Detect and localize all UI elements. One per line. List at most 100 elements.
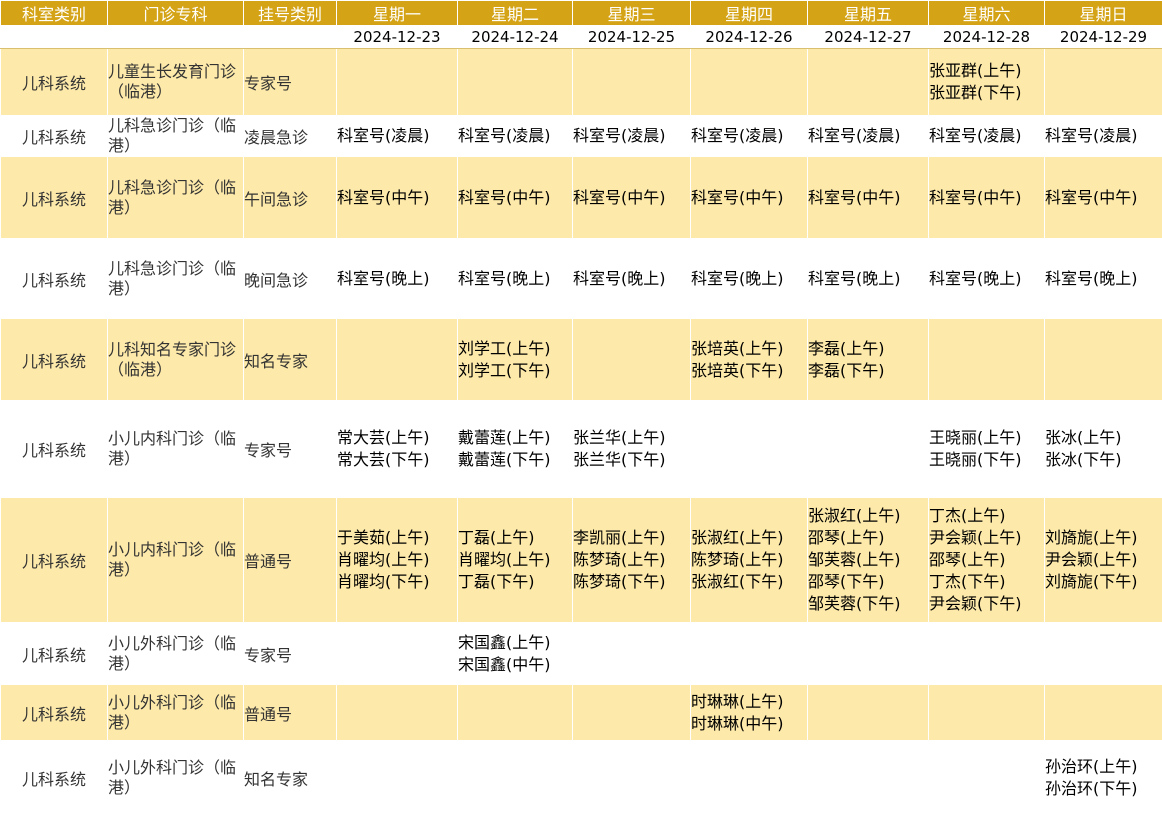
doctor-slot[interactable]: 科室号(凌晨)	[573, 125, 690, 147]
doctor-slot[interactable]: 尹会颖(上午)	[929, 527, 1044, 549]
day-cell	[1045, 319, 1162, 401]
doctor-slot[interactable]: 戴蕾莲(下午)	[458, 449, 572, 471]
doctor-slot[interactable]: 刘旖旎(上午)	[1045, 527, 1162, 549]
doctor-slot[interactable]: 丁磊(上午)	[458, 527, 572, 549]
doctor-slot[interactable]: 邹芙蓉(上午)	[808, 549, 928, 571]
doctor-slot[interactable]: 陈梦琦(上午)	[691, 549, 807, 571]
dept-category-cell: 儿科系统	[1, 116, 108, 157]
doctor-slot[interactable]: 科室号(晚上)	[929, 268, 1044, 290]
doctor-slot[interactable]: 张淑红(下午)	[691, 571, 807, 593]
doctor-slot[interactable]: 戴蕾莲(上午)	[458, 427, 572, 449]
day-cell: 李磊(上午)李磊(下午)	[808, 319, 929, 401]
day-cell	[929, 319, 1045, 401]
clinic-cell: 儿科急诊门诊（临港）	[108, 116, 244, 157]
doctor-slot[interactable]: 张兰华(下午)	[573, 449, 690, 471]
doctor-slot[interactable]: 刘学工(上午)	[458, 338, 572, 360]
day-cell	[573, 685, 691, 741]
clinic-cell: 儿科急诊门诊（临港）	[108, 157, 244, 239]
doctor-slot[interactable]: 张淑红(上午)	[808, 505, 928, 527]
day-cell: 科室号(晚上)	[573, 239, 691, 319]
day-cell	[691, 623, 808, 685]
reg-type-cell: 专家号	[244, 49, 337, 116]
doctor-slot[interactable]: 丁杰(下午)	[929, 571, 1044, 593]
doctor-slot[interactable]: 科室号(凌晨)	[929, 125, 1044, 147]
reg-type-cell: 专家号	[244, 623, 337, 685]
day-cell: 于美茹(上午)肖曜均(上午)肖曜均(下午)	[337, 498, 458, 623]
doctor-slot[interactable]: 时琳琳(中午)	[691, 713, 807, 735]
doctor-slot[interactable]: 科室号(晚上)	[1045, 268, 1162, 290]
doctor-slot[interactable]: 陈梦琦(上午)	[573, 549, 690, 571]
doctor-slot[interactable]: 科室号(中午)	[458, 187, 572, 209]
doctor-slot[interactable]: 丁杰(上午)	[929, 505, 1044, 527]
doctor-slot[interactable]: 孙治环(下午)	[1045, 778, 1162, 800]
doctor-slot[interactable]: 肖曜均(上午)	[458, 549, 572, 571]
doctor-slot[interactable]: 丁磊(下午)	[458, 571, 572, 593]
day-cell	[573, 49, 691, 116]
doctor-slot[interactable]: 邵琴(上午)	[929, 549, 1044, 571]
doctor-slot[interactable]: 常大芸(上午)	[337, 427, 457, 449]
doctor-slot[interactable]: 科室号(中午)	[337, 187, 457, 209]
day-cell	[808, 49, 929, 116]
doctor-slot[interactable]: 张培英(上午)	[691, 338, 807, 360]
doctor-slot[interactable]: 科室号(晚上)	[691, 268, 807, 290]
reg-type-cell: 普通号	[244, 685, 337, 741]
day-cell: 宋国鑫(上午)宋国鑫(中午)	[458, 623, 573, 685]
doctor-slot[interactable]: 王晓丽(上午)	[929, 427, 1044, 449]
doctor-slot[interactable]: 陈梦琦(下午)	[573, 571, 690, 593]
doctor-slot[interactable]: 肖曜均(上午)	[337, 549, 457, 571]
doctor-slot[interactable]: 尹会颖(上午)	[1045, 549, 1162, 571]
doctor-slot[interactable]: 常大芸(下午)	[337, 449, 457, 471]
doctor-slot[interactable]: 刘学工(下午)	[458, 360, 572, 382]
doctor-slot[interactable]: 科室号(晚上)	[808, 268, 928, 290]
doctor-slot[interactable]: 张培英(下午)	[691, 360, 807, 382]
doctor-slot[interactable]: 邵琴(下午)	[808, 571, 928, 593]
day-cell: 丁杰(上午)尹会颖(上午)邵琴(上午)丁杰(下午)尹会颖(下午)	[929, 498, 1045, 623]
header-dept-category: 科室类别	[1, 1, 108, 26]
reg-type-cell: 知名专家	[244, 319, 337, 401]
header-tuesday: 星期二	[458, 1, 573, 26]
doctor-slot[interactable]: 科室号(晚上)	[573, 268, 690, 290]
doctor-slot[interactable]: 科室号(中午)	[573, 187, 690, 209]
doctor-slot[interactable]: 科室号(晚上)	[337, 268, 457, 290]
doctor-slot[interactable]: 科室号(凌晨)	[691, 125, 807, 147]
day-cell	[929, 623, 1045, 685]
doctor-slot[interactable]: 张冰(上午)	[1045, 427, 1162, 449]
doctor-slot[interactable]: 宋国鑫(上午)	[458, 632, 572, 654]
doctor-slot[interactable]: 科室号(中午)	[929, 187, 1044, 209]
doctor-slot[interactable]: 宋国鑫(中午)	[458, 654, 572, 676]
day-cell	[573, 319, 691, 401]
doctor-slot[interactable]: 张兰华(上午)	[573, 427, 690, 449]
doctor-slot[interactable]: 李磊(下午)	[808, 360, 928, 382]
day-cell: 张兰华(上午)张兰华(下午)	[573, 401, 691, 498]
doctor-slot[interactable]: 时琳琳(上午)	[691, 691, 807, 713]
doctor-slot[interactable]: 张淑红(上午)	[691, 527, 807, 549]
doctor-slot[interactable]: 张亚群(下午)	[929, 82, 1044, 104]
day-cell: 张冰(上午)张冰(下午)	[1045, 401, 1162, 498]
doctor-slot[interactable]: 刘旖旎(下午)	[1045, 571, 1162, 593]
day-cell: 科室号(中午)	[458, 157, 573, 239]
day-cell	[573, 741, 691, 815]
doctor-slot[interactable]: 科室号(中午)	[1045, 187, 1162, 209]
doctor-slot[interactable]: 孙治环(上午)	[1045, 756, 1162, 778]
header-row: 科室类别 门诊专科 挂号类别 星期一 星期二 星期三 星期四 星期五 星期六 星…	[1, 1, 1162, 26]
doctor-slot[interactable]: 邵琴(上午)	[808, 527, 928, 549]
doctor-slot[interactable]: 肖曜均(下午)	[337, 571, 457, 593]
doctor-slot[interactable]: 邹芙蓉(下午)	[808, 593, 928, 615]
doctor-slot[interactable]: 张冰(下午)	[1045, 449, 1162, 471]
day-cell: 科室号(中午)	[1045, 157, 1162, 239]
doctor-slot[interactable]: 科室号(中午)	[808, 187, 928, 209]
doctor-slot[interactable]: 李凯丽(上午)	[573, 527, 690, 549]
doctor-slot[interactable]: 科室号(晚上)	[458, 268, 572, 290]
reg-type-cell: 知名专家	[244, 741, 337, 815]
doctor-slot[interactable]: 科室号(凌晨)	[337, 125, 457, 147]
doctor-slot[interactable]: 于美茹(上午)	[337, 527, 457, 549]
doctor-slot[interactable]: 科室号(中午)	[691, 187, 807, 209]
doctor-slot[interactable]: 科室号(凌晨)	[1045, 125, 1162, 147]
doctor-slot[interactable]: 科室号(凌晨)	[458, 125, 572, 147]
doctor-slot[interactable]: 科室号(凌晨)	[808, 125, 928, 147]
doctor-slot[interactable]: 王晓丽(下午)	[929, 449, 1044, 471]
doctor-slot[interactable]: 张亚群(上午)	[929, 60, 1044, 82]
day-cell: 王晓丽(上午)王晓丽(下午)	[929, 401, 1045, 498]
doctor-slot[interactable]: 李磊(上午)	[808, 338, 928, 360]
doctor-slot[interactable]: 尹会颖(下午)	[929, 593, 1044, 615]
